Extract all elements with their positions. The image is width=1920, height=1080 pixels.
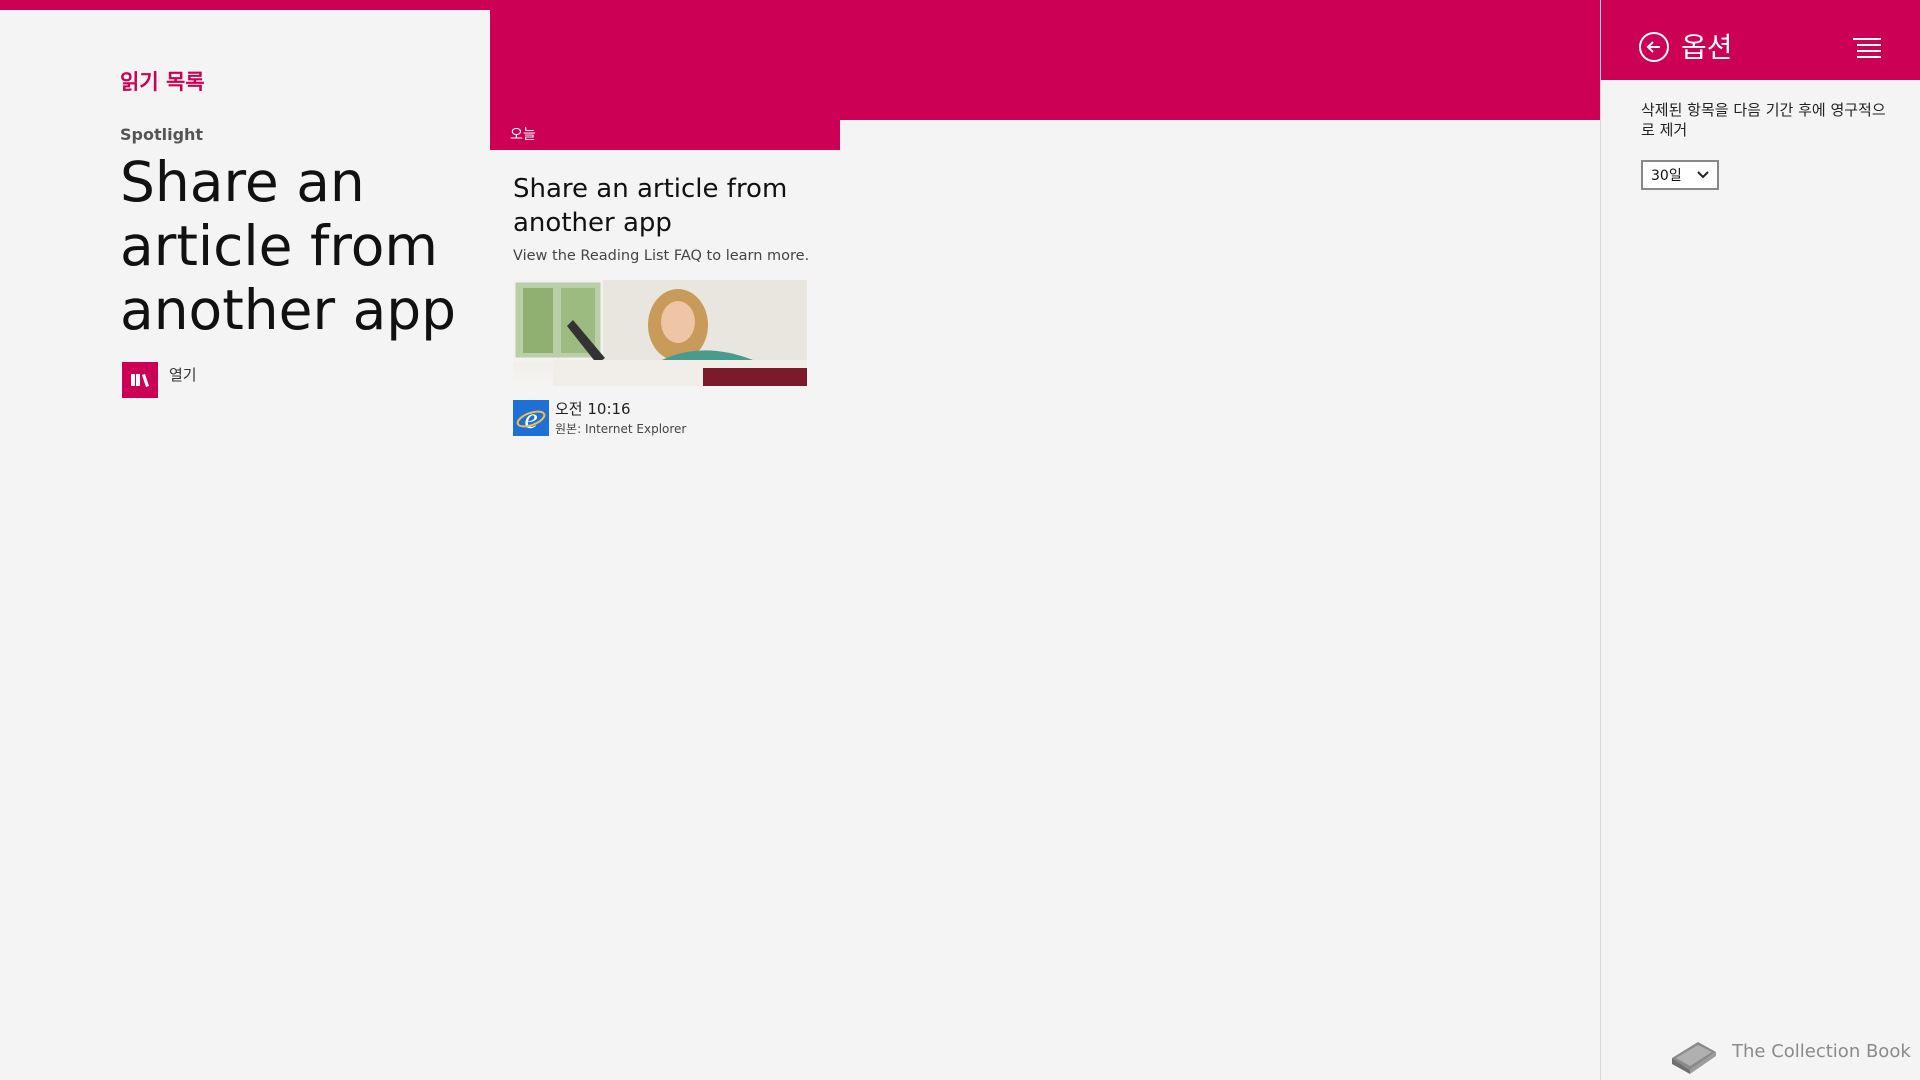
watermark-text: The Collection Book [1732,1040,1911,1062]
retention-value: 30일 [1651,168,1682,184]
article-source: 원본: Internet Explorer [555,422,687,436]
article-time: 오전 10:16 [555,400,631,418]
spotlight-label: Spotlight [120,125,204,144]
library-icon [122,362,158,398]
menu-icon[interactable] [1853,38,1881,60]
internet-explorer-icon: e [513,400,549,436]
article-description: View the Reading List FAQ to learn more. [513,248,810,264]
open-label: 열기 [169,366,197,384]
back-arrow-icon [1646,41,1660,53]
chevron-down-icon [1697,171,1709,179]
watermark: The Collection Book [1668,1028,1911,1074]
section-header-today: 오늘 [490,120,840,150]
hero-band [490,0,1600,120]
open-button[interactable]: 열기 [122,362,197,398]
options-header: 옵션 [1601,0,1920,80]
book-icon [1672,1042,1716,1074]
article-thumbnail [513,280,807,386]
article-meta: e 오전 10:16 원본: Internet Explorer [513,400,813,437]
section-label: 오늘 [510,127,536,143]
article-card[interactable]: Share an article from another app View t… [513,172,813,437]
back-button[interactable] [1639,32,1669,62]
options-pane: 옵션 삭제된 항목을 다음 기간 후에 영구적으로 제거 30일 [1600,0,1920,1080]
options-title: 옵션 [1681,31,1733,64]
meta-text: 오전 10:16 원본: Internet Explorer [555,400,686,437]
retention-setting-label: 삭제된 항목을 다음 기간 후에 영구적으로 제거 [1641,101,1886,139]
spotlight-title[interactable]: Share an article from another app [120,150,490,342]
retention-dropdown[interactable]: 30일 [1641,160,1719,190]
app-title: 읽기 목록 [120,70,205,94]
article-title: Share an article from another app [513,174,788,238]
svg-text:e: e [524,403,537,433]
